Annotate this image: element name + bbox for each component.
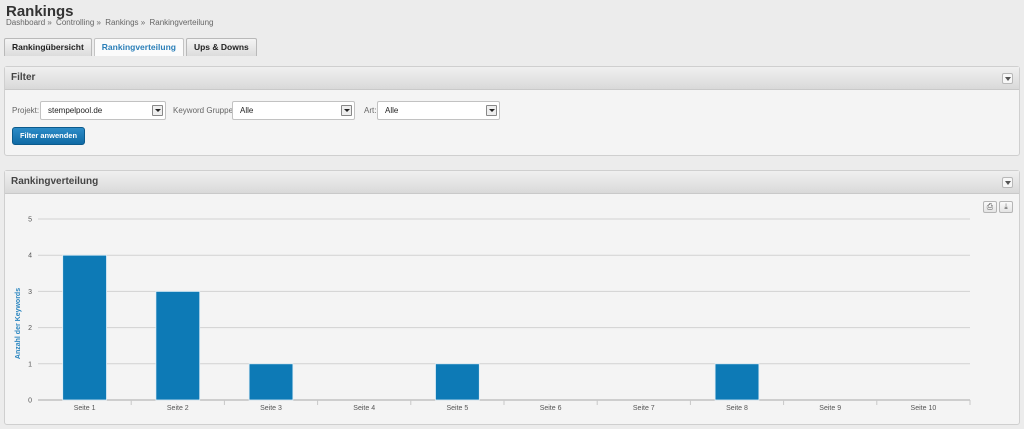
chart-panel-title: Rankingverteilung: [11, 176, 99, 187]
filter-panel-title: Filter: [11, 72, 36, 83]
bar[interactable]: [714, 363, 760, 401]
filter-panel-header: Filter: [5, 67, 1019, 90]
projekt-select[interactable]: stempelpool.de: [40, 101, 166, 120]
x-tick-label: Seite 6: [540, 405, 562, 412]
y-tick-label: 2: [28, 325, 32, 332]
keyword-gruppe-select-value: Alle: [240, 106, 254, 115]
chevron-down-icon[interactable]: [1002, 177, 1013, 188]
x-tick-label: Seite 1: [74, 405, 96, 412]
breadcrumb-rankings[interactable]: Rankings »: [105, 18, 145, 27]
y-tick-label: 4: [28, 253, 32, 260]
x-tick-label: Seite 10: [911, 405, 937, 412]
art-select-value: Alle: [385, 106, 399, 115]
y-tick-label: 3: [28, 289, 32, 296]
bar-chart: Seite 1 Seite 2 Seite 3 Seite 4 Seite 5 Seite…: [15, 217, 971, 412]
art-label: Art:: [364, 106, 377, 115]
y-tick-label: 0: [28, 398, 32, 405]
x-tick-label: Seite 2: [167, 405, 189, 412]
breadcrumb-controlling[interactable]: Controlling »: [56, 18, 101, 27]
y-tick-labels: 0 1 2 3 4 5: [28, 217, 32, 405]
chart-panel: Rankingverteilung ⎙ ⤓ Seite 1 Seite 2 Seit…: [4, 170, 1020, 425]
x-tick-label: Seite 7: [633, 405, 655, 412]
art-select[interactable]: Alle: [377, 101, 500, 120]
x-tick-label: Seite 8: [726, 405, 748, 412]
bar[interactable]: [155, 291, 201, 401]
x-tick-label: Seite 9: [819, 405, 841, 412]
breadcrumb: Dashboard » Controlling » Rankings » Ran…: [6, 18, 216, 27]
breadcrumb-dashboard[interactable]: Dashboard »: [6, 18, 52, 27]
tab-bar: Rankingübersicht Rankingverteilung Ups &…: [4, 38, 259, 56]
x-tick-labels: Seite 1 Seite 2 Seite 3 Seite 4 Seite 5 Seite…: [74, 400, 971, 412]
breadcrumb-current: Rankingverteilung: [149, 18, 214, 27]
dropdown-arrow-icon[interactable]: [152, 105, 163, 116]
bar[interactable]: [62, 254, 107, 401]
dropdown-arrow-icon[interactable]: [341, 105, 352, 116]
chevron-down-icon[interactable]: [1002, 73, 1013, 84]
x-tick-label: Seite 4: [353, 405, 375, 412]
filter-panel: Filter Projekt: stempelpool.de Keyword G…: [4, 66, 1020, 156]
y-axis-label: Anzahl der Keywords: [15, 288, 22, 359]
keyword-gruppe-label: Keyword Gruppe:: [173, 106, 236, 115]
x-tick-label: Seite 3: [260, 405, 282, 412]
bar[interactable]: [248, 363, 294, 401]
tab-rankingverteilung[interactable]: Rankingverteilung: [93, 38, 184, 56]
y-tick-label: 1: [28, 361, 32, 368]
x-tick-label: Seite 5: [447, 405, 469, 412]
chart-panel-header: Rankingverteilung: [5, 171, 1019, 194]
bar[interactable]: [435, 363, 480, 401]
dropdown-arrow-icon[interactable]: [486, 105, 497, 116]
projekt-label: Projekt:: [12, 106, 40, 115]
tab-rankinguebersicht[interactable]: Rankingübersicht: [4, 38, 92, 56]
projekt-select-value: stempelpool.de: [48, 106, 103, 115]
y-tick-label: 5: [28, 217, 32, 224]
apply-filter-button[interactable]: Filter anwenden: [12, 127, 85, 145]
tab-ups-downs[interactable]: Ups & Downs: [185, 38, 257, 56]
keyword-gruppe-select[interactable]: Alle: [232, 101, 355, 120]
